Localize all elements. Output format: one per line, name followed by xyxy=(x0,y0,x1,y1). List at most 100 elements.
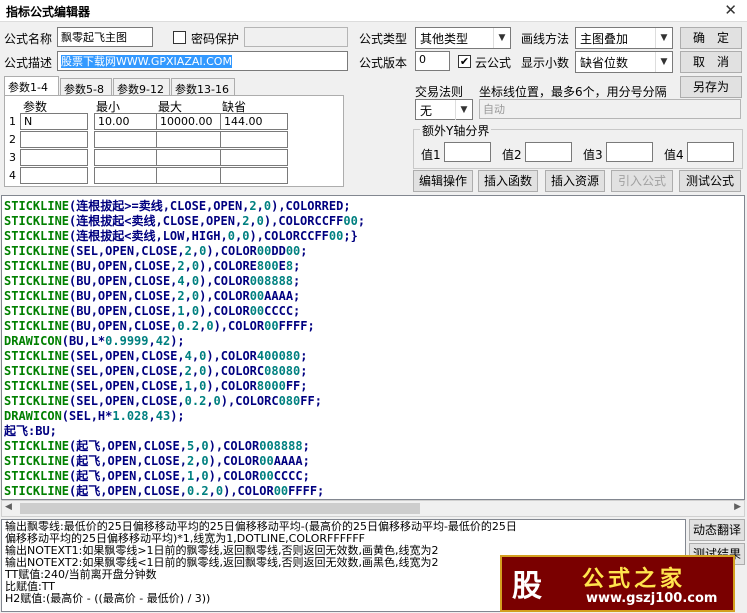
param-row-number: 3 xyxy=(9,151,16,164)
cloud-checkbox[interactable]: ✔ xyxy=(458,55,471,68)
code-line: STICKLINE(BU,OPEN,CLOSE,2,0),COLOR00AAAA… xyxy=(4,289,301,303)
param-max-cell[interactable] xyxy=(156,131,224,148)
param-default-cell[interactable] xyxy=(220,149,288,166)
password-input xyxy=(244,27,348,47)
logo-mark: 股 xyxy=(512,569,542,604)
save-as-button[interactable]: 另存为 xyxy=(680,76,742,98)
cancel-button[interactable]: 取 消 xyxy=(680,51,742,73)
trade-rule-value: 无 xyxy=(420,104,433,118)
window-title: 指标公式编辑器 xyxy=(6,5,91,19)
type-value: 其他类型 xyxy=(420,32,469,46)
scroll-left-icon[interactable]: ◀ xyxy=(5,502,12,512)
draw-select[interactable]: 主图叠加 ▼ xyxy=(575,27,673,49)
auto-translate-button[interactable]: 动态翻译 xyxy=(689,519,745,541)
tab-params-13-16[interactable]: 参数13-16 xyxy=(171,78,235,96)
param-min-cell[interactable] xyxy=(94,149,162,166)
param-row-number: 1 xyxy=(9,115,16,128)
output-line: H2赋值:(最高价 - ((最高价 - 最低价) / 3)) xyxy=(5,592,211,605)
site-logo: 股 公式之家 www.gszj100.com xyxy=(500,555,735,612)
code-line: STICKLINE(起飞,OPEN,CLOSE,2,0),COLOR00AAAA… xyxy=(4,454,310,468)
trade-rule-label: 交易法则 xyxy=(415,85,464,99)
code-line: STICKLINE(BU,OPEN,CLOSE,1,0),COLOR00CCCC… xyxy=(4,304,301,318)
type-select[interactable]: 其他类型 ▼ xyxy=(415,27,511,49)
scroll-thumb[interactable] xyxy=(20,503,420,514)
chevron-down-icon: ▼ xyxy=(655,52,672,72)
param-row-number: 2 xyxy=(9,133,16,146)
code-editor[interactable]: STICKLINE(连根拔起>=卖线,CLOSE,OPEN,2,0),COLOR… xyxy=(1,195,745,500)
param-min-cell[interactable] xyxy=(94,131,162,148)
code-line: DRAWICON(SEL,H*1.028,43); xyxy=(4,409,185,423)
code-line: DRAWICON(BU,L*0.9999,42); xyxy=(4,334,185,348)
type-label: 公式类型 xyxy=(359,32,408,46)
decimal-select[interactable]: 缺省位数 ▼ xyxy=(575,51,673,73)
horizontal-scrollbar[interactable]: ◀ ▶ xyxy=(1,500,745,517)
y-axis-group-title: 额外Y轴分界 xyxy=(420,122,492,139)
code-line: STICKLINE(SEL,OPEN,CLOSE,0.2,0),COLORC08… xyxy=(4,394,322,408)
import-formula-button[interactable]: 引入公式 xyxy=(611,170,673,192)
trade-rule-select[interactable]: 无 ▼ xyxy=(415,99,473,120)
formula-desc-input[interactable]: 股票下载网WWW.GPXIAZAI.COM xyxy=(57,51,348,71)
tab-params-5-8[interactable]: 参数5-8 xyxy=(60,78,112,96)
test-formula-button[interactable]: 测试公式 xyxy=(679,170,741,192)
param-min-cell[interactable]: 10.00 xyxy=(94,113,162,130)
password-label: 密码保护 xyxy=(191,32,240,46)
draw-value: 主图叠加 xyxy=(580,32,629,46)
tab-params-1-4[interactable]: 参数1-4 xyxy=(4,76,59,96)
desc-selected-text: 股票下载网WWW.GPXIAZAI.COM xyxy=(61,55,232,68)
ok-button[interactable]: 确 定 xyxy=(680,27,742,49)
param-default-cell[interactable] xyxy=(220,167,288,184)
param-name-cell[interactable] xyxy=(20,149,88,166)
code-line: STICKLINE(BU,OPEN,CLOSE,0.2,0),COLOR00FF… xyxy=(4,319,315,333)
param-default-cell[interactable]: 144.00 xyxy=(220,113,288,130)
tab-params-9-12[interactable]: 参数9-12 xyxy=(113,78,170,96)
code-line: STICKLINE(连根拔起>=卖线,CLOSE,OPEN,2,0),COLOR… xyxy=(4,199,351,213)
param-max-cell[interactable] xyxy=(156,149,224,166)
code-text: STICKLINE(连根拔起>=卖线,CLOSE,OPEN,2,0),COLOR… xyxy=(4,199,365,499)
param-row-number: 4 xyxy=(9,169,16,182)
coord-input[interactable]: 自动 xyxy=(479,99,741,119)
output-text: 输出飘零线:最低价的25日偏移移动平均的25日偏移移动平均-(最高价的25日偏移… xyxy=(5,521,517,605)
scroll-right-icon[interactable]: ▶ xyxy=(734,502,741,512)
code-line: STICKLINE(BU,OPEN,CLOSE,2,0),COLORE800E8… xyxy=(4,259,301,273)
param-min-cell[interactable] xyxy=(94,167,162,184)
code-line: STICKLINE(SEL,OPEN,CLOSE,2,0),COLORC0808… xyxy=(4,364,308,378)
y-value-2-label: 值2 xyxy=(502,148,522,162)
cloud-label: 云公式 xyxy=(475,56,512,70)
param-name-cell[interactable]: N xyxy=(20,113,88,130)
code-line: 起飞:BU; xyxy=(4,424,57,438)
param-max-cell[interactable]: 10000.00 xyxy=(156,113,224,130)
password-checkbox[interactable] xyxy=(173,31,186,44)
chevron-down-icon: ▼ xyxy=(455,100,472,120)
y-value-2-input[interactable] xyxy=(525,142,572,162)
chevron-down-icon: ▼ xyxy=(655,28,672,48)
y-value-4-input[interactable] xyxy=(687,142,734,162)
code-line: STICKLINE(起飞,OPEN,CLOSE,1,0),COLOR00CCCC… xyxy=(4,469,310,483)
close-icon[interactable]: ✕ xyxy=(724,1,737,19)
code-line: STICKLINE(起飞,OPEN,CLOSE,0.2,0),COLOR00FF… xyxy=(4,484,325,498)
desc-label: 公式描述 xyxy=(4,56,53,70)
decimal-label: 显示小数 xyxy=(521,56,570,70)
code-line: STICKLINE(BU,OPEN,CLOSE,4,0),COLOR008888… xyxy=(4,274,301,288)
param-name-cell[interactable] xyxy=(20,167,88,184)
code-line: STICKLINE(SEL,OPEN,CLOSE,4,0),COLOR40008… xyxy=(4,349,308,363)
version-input[interactable]: 0 xyxy=(415,51,450,71)
draw-label: 画线方法 xyxy=(521,32,570,46)
code-line: STICKLINE(连根拔起<卖线,LOW,HIGH,0,0),COLORCCF… xyxy=(4,229,358,243)
insert-function-button[interactable]: 插入函数 xyxy=(478,170,538,192)
params-panel: 参数 最小 最大 缺省 1 N 10.00 10000.00 144.00 2 … xyxy=(4,95,344,187)
version-label: 公式版本 xyxy=(359,56,408,70)
code-line: STICKLINE(SEL,OPEN,CLOSE,1,0),COLOR8000F… xyxy=(4,379,308,393)
param-name-cell[interactable] xyxy=(20,131,88,148)
name-label: 公式名称 xyxy=(4,32,53,46)
coord-label: 坐标线位置，最多6个，用分号分隔 xyxy=(479,85,667,99)
formula-name-input[interactable]: 飘零起飞主图 xyxy=(57,27,153,47)
param-max-cell[interactable] xyxy=(156,167,224,184)
logo-name: 公式之家 xyxy=(582,567,687,592)
param-default-cell[interactable] xyxy=(220,131,288,148)
y-value-3-label: 值3 xyxy=(583,148,603,162)
insert-resource-button[interactable]: 插入资源 xyxy=(545,170,605,192)
output-line: TT赋值:240/当前离开盘分钟数 xyxy=(5,568,157,581)
edit-operation-button[interactable]: 编辑操作 xyxy=(413,170,473,192)
y-value-1-input[interactable] xyxy=(444,142,491,162)
y-value-3-input[interactable] xyxy=(606,142,653,162)
